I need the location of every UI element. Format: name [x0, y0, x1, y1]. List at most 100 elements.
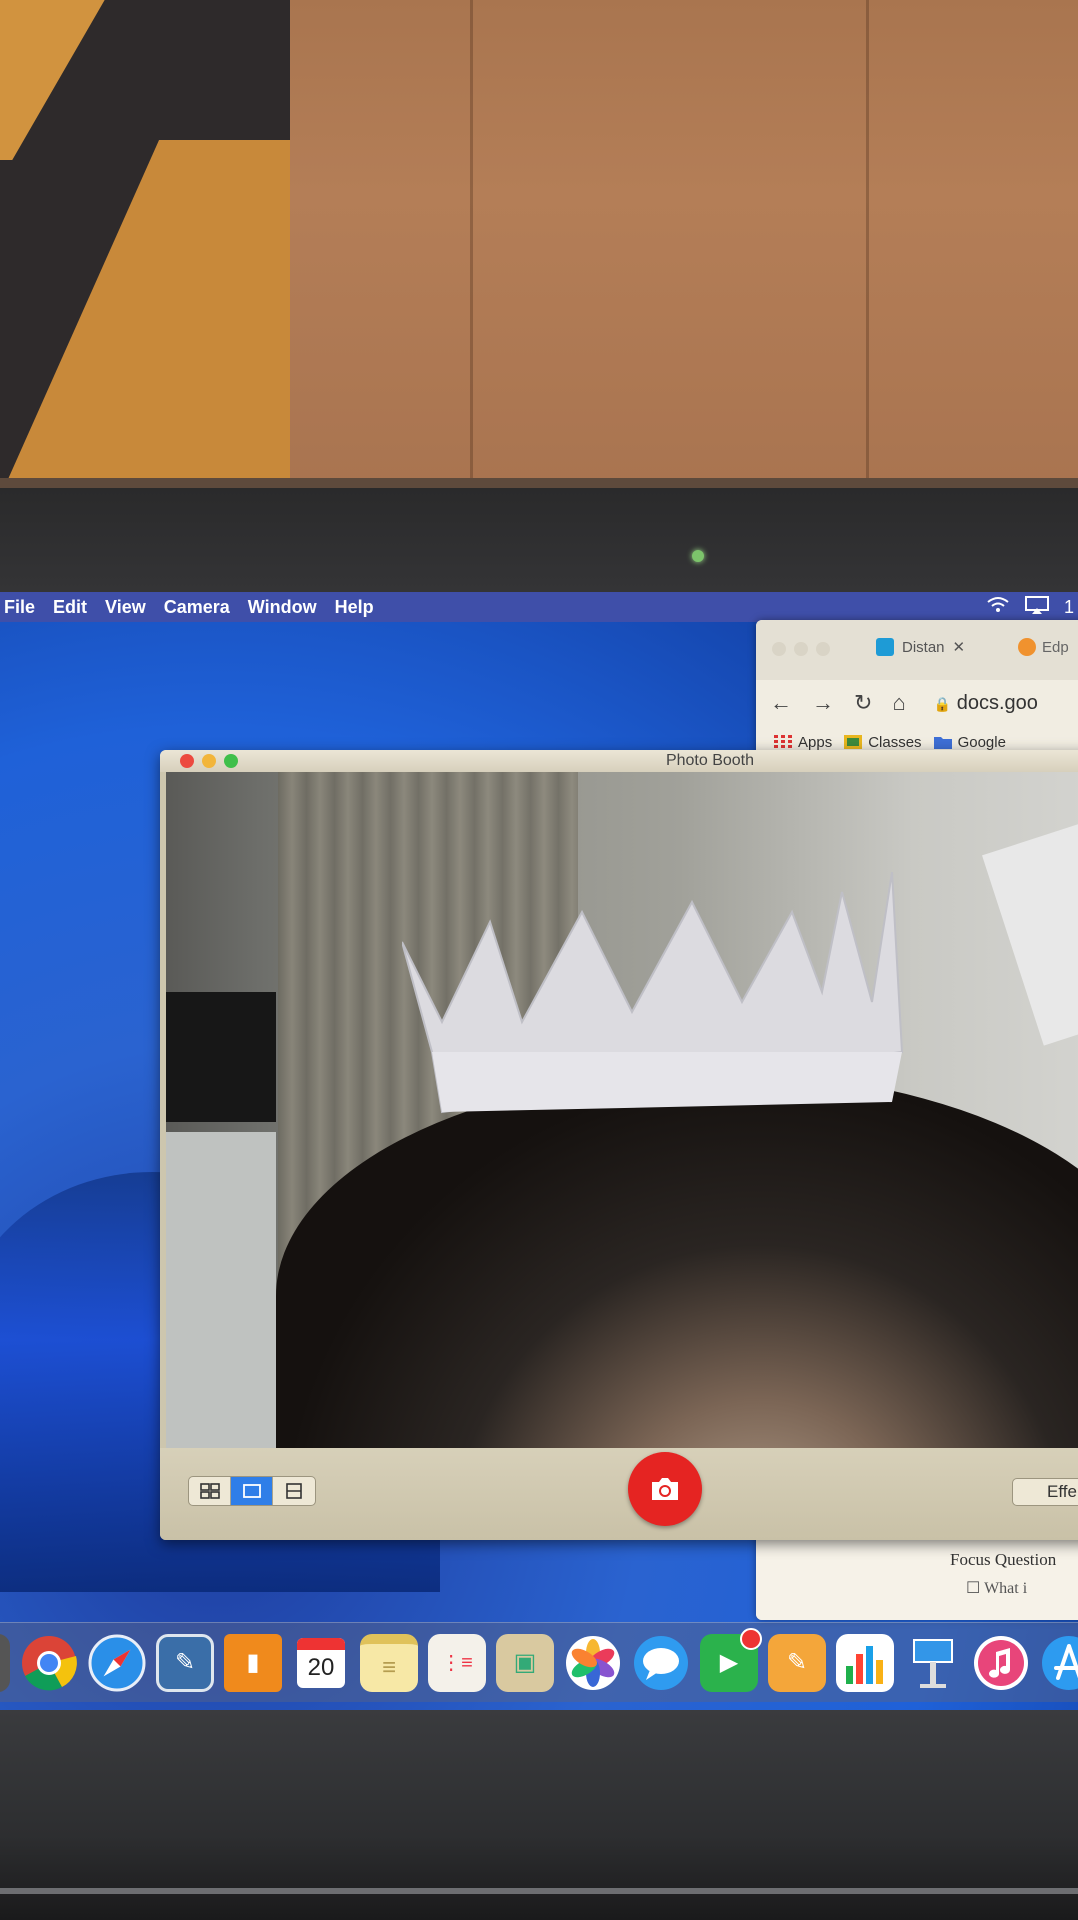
calendar-app-icon[interactable]: 20 [292, 1634, 350, 1692]
back-icon[interactable]: ← [770, 690, 792, 716]
window-title: Photo Booth [665, 752, 755, 769]
photo-booth-controls: Effe [160, 1448, 1078, 1540]
chrome-tab-strip: Distan ✕ Edp [756, 620, 1078, 680]
view-mode-selector [188, 1476, 316, 1506]
pages-app-icon[interactable]: ✎ [768, 1633, 826, 1692]
address-bar[interactable]: 🔒 docs.goo [934, 692, 1038, 715]
forward-icon[interactable]: → [812, 690, 834, 716]
facetime-app-icon[interactable]: ▶ [700, 1627, 762, 1692]
apps-grid-icon [774, 735, 792, 748]
status-area: 1 [986, 592, 1078, 622]
preview-window [166, 1132, 276, 1448]
books-app-icon[interactable]: ▮ [224, 1633, 282, 1692]
tab-title: Edp [1042, 638, 1069, 656]
doc-heading: Focus Question [950, 1550, 1057, 1569]
menu-edit[interactable]: Edit [53, 597, 87, 618]
menu-file[interactable]: File [4, 597, 35, 618]
menu-bar: File Edit View Camera Window Help 1 [0, 592, 1078, 622]
speech-bubble-icon [634, 1635, 688, 1690]
single-photo-icon [242, 1484, 261, 1498]
notepad-icon: ≡ [381, 1653, 396, 1681]
filmstrip-icon [286, 1483, 302, 1499]
video-camera-icon: ▶ [719, 1649, 739, 1676]
bookmark-label: Classes [868, 733, 922, 751]
google-doc-content[interactable]: Focus Question ☐ What i [756, 1536, 1078, 1620]
doc-line-text: What i [984, 1580, 1028, 1597]
music-note-icon [974, 1635, 1028, 1690]
messages-app-icon[interactable] [632, 1634, 690, 1692]
grid-icon [199, 1483, 220, 1499]
effects-button[interactable]: Effe [1012, 1478, 1078, 1506]
minimize-dot[interactable] [794, 642, 808, 656]
doc-checklist-item[interactable]: ☐ What i [966, 1578, 1027, 1598]
checkbox-icon[interactable]: ☐ [966, 1580, 984, 1597]
paper-crown-image [402, 872, 904, 1114]
zoom-dot[interactable] [816, 642, 830, 656]
bookmark-apps[interactable]: Apps [774, 734, 832, 751]
camera-icon [652, 1478, 678, 1500]
safari-app-icon[interactable] [88, 1634, 146, 1692]
camera-indicator-light [692, 550, 704, 562]
photo-booth-window[interactable]: Photo Booth Effe [160, 750, 1078, 1540]
wall-seam [866, 0, 869, 480]
chrome-logo-icon [22, 1635, 77, 1690]
picture-icon: ✎ [174, 1649, 196, 1676]
list-icon: ⋮≡ [441, 1652, 473, 1674]
status-menu-text[interactable]: 1 [1064, 597, 1074, 618]
notification-badge [740, 1627, 762, 1650]
photos-flower-icon [566, 1635, 620, 1690]
laptop-chassis [0, 1710, 1078, 1920]
laptop-edge [0, 1888, 1078, 1894]
calendar-icon: 20 [297, 1637, 345, 1688]
photo-booth-titlebar[interactable]: Photo Booth [160, 750, 1078, 772]
photo-viewer-app-icon[interactable]: ▣ [496, 1633, 554, 1692]
compass-icon [88, 1634, 146, 1691]
dock-partial-app-icon[interactable] [0, 1633, 10, 1692]
grid-view-button[interactable] [189, 1477, 231, 1505]
wall-seam [470, 0, 473, 480]
bar-chart-icon [846, 1645, 883, 1684]
itunes-app-icon[interactable] [972, 1634, 1030, 1692]
bookmark-google[interactable]: Google [933, 734, 1006, 751]
menu-view[interactable]: View [105, 597, 146, 618]
chrome-tab-distance[interactable]: Distan ✕ [876, 638, 965, 656]
menu-help[interactable]: Help [335, 597, 374, 618]
lock-icon: 🔒 [933, 695, 952, 712]
classroom-icon [844, 735, 863, 749]
preview-dark-object [166, 992, 276, 1122]
chrome-tab-edp[interactable]: Edp [1018, 638, 1069, 656]
numbers-app-icon[interactable] [836, 1633, 894, 1692]
bookmark-classes[interactable]: Classes [844, 733, 922, 751]
chrome-app-icon[interactable] [20, 1634, 78, 1692]
folder-icon [933, 737, 952, 749]
bookmark-label: Apps [798, 733, 833, 751]
wifi-icon[interactable] [986, 596, 1010, 619]
book-icon: ▮ [246, 1649, 260, 1676]
airplay-icon[interactable] [1024, 595, 1050, 620]
menu-window[interactable]: Window [248, 597, 317, 618]
app-store-app-icon[interactable] [1040, 1634, 1078, 1692]
reminders-app-icon[interactable]: ⋮≡ [428, 1633, 486, 1692]
fabric-pattern [0, 0, 290, 480]
podium-icon [913, 1638, 953, 1688]
strip-view-button[interactable] [273, 1477, 315, 1505]
preview-app-icon[interactable]: ✎ [156, 1633, 214, 1692]
reload-icon[interactable]: ↻ [854, 690, 872, 716]
menu-camera[interactable]: Camera [164, 597, 230, 618]
home-icon[interactable]: ⌂ [892, 690, 905, 716]
tab-title: Distan [902, 638, 945, 656]
photos-app-icon[interactable] [564, 1634, 622, 1692]
window-controls-inactive [772, 642, 830, 656]
keynote-app-icon[interactable] [904, 1634, 962, 1692]
single-view-button[interactable] [231, 1477, 273, 1505]
laptop-bezel [0, 488, 1078, 592]
mac-screen: File Edit View Camera Window Help 1 Dist… [0, 592, 1078, 1710]
take-photo-button[interactable] [628, 1452, 702, 1526]
tab-favicon [876, 638, 894, 656]
chrome-toolbar: ← → ↻ ⌂ 🔒 docs.goo [756, 680, 1078, 726]
room-background [0, 0, 1078, 488]
notes-app-icon[interactable]: ≡ [360, 1633, 418, 1692]
pen-icon: ✎ [786, 1649, 808, 1676]
tab-close-icon[interactable]: ✕ [953, 638, 966, 656]
close-dot[interactable] [772, 642, 786, 656]
